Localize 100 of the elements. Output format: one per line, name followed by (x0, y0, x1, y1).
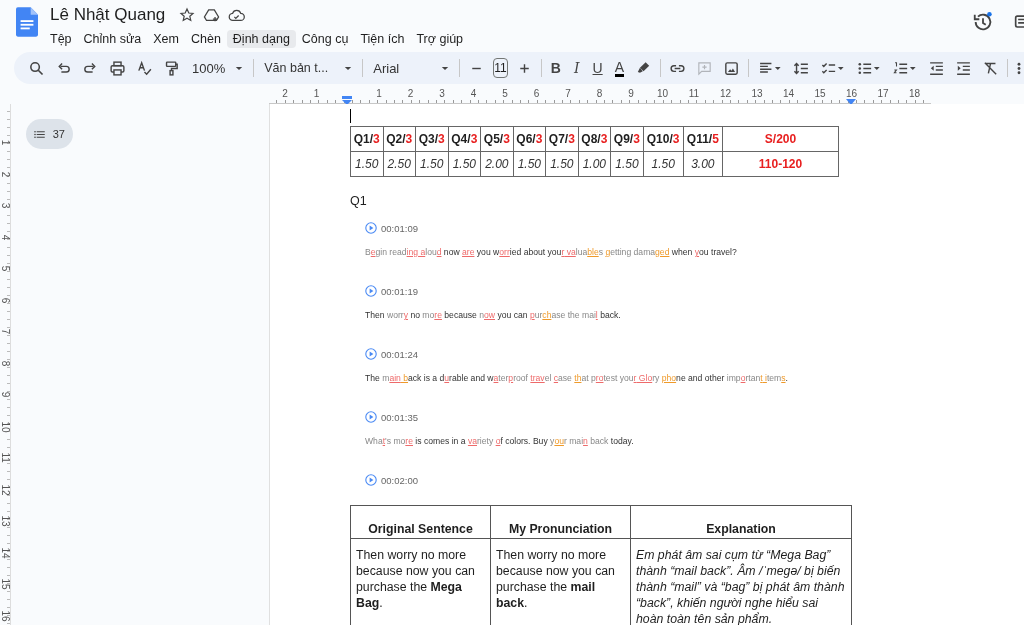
indent-marker-icon[interactable] (846, 96, 856, 106)
menu-item[interactable]: Trợ giúp (410, 30, 470, 48)
ruler-number: 4 (0, 233, 11, 242)
caret-icon (441, 65, 450, 71)
play-icon[interactable] (365, 222, 377, 234)
table-cell: Q4/3 (448, 126, 481, 152)
ruler-number: 14 (782, 88, 795, 99)
ruler-number: 5 (0, 264, 11, 274)
ruler-number: 16 (0, 610, 11, 620)
table-cell: Q10/3 (643, 126, 684, 152)
play-icon[interactable] (365, 285, 377, 297)
column-header: My Pronunciation (490, 505, 631, 539)
transcript-sentence: The main back is a durable and waterproof travel case that protest your Glory phone and other important items. (365, 373, 789, 383)
ruler-number: 11 (0, 452, 11, 463)
ruler-number: 18 (908, 88, 921, 99)
table-cell: Q2/3 (383, 126, 416, 152)
timestamp[interactable]: 00:01:35 (381, 411, 418, 423)
transcript-sentence: What's more is comes in a variety of colors. Buy your main back today. (365, 436, 635, 446)
table-cell: 1.50 (545, 151, 579, 177)
timestamp[interactable]: 00:02:00 (381, 474, 418, 486)
ruler-number: 2 (407, 88, 414, 99)
ruler-number: 4 (470, 88, 477, 99)
zoom-dropdown[interactable]: 100% (188, 60, 248, 76)
caret-icon (344, 65, 353, 71)
table-cell: 2.50 (383, 151, 416, 177)
table-cell: 1.50 (415, 151, 449, 177)
text-color-button[interactable]: A (614, 59, 624, 77)
timestamp[interactable]: 00:01:09 (381, 222, 418, 234)
text-cursor (350, 109, 351, 123)
ruler-number: 8 (596, 88, 603, 99)
table-cell: Q9/3 (610, 126, 644, 152)
play-icon[interactable] (365, 474, 377, 486)
ruler-number: 6 (0, 296, 11, 305)
ruler-number: 7 (0, 327, 11, 337)
ruler-number: 13 (0, 515, 11, 526)
table-cell: 2.00 (480, 151, 514, 177)
ruler-number: 3 (439, 88, 445, 99)
column-header: Explanation (630, 505, 852, 539)
ruler-number: 2 (282, 88, 288, 99)
caret-icon (235, 65, 244, 71)
ruler-number: 9 (0, 390, 11, 400)
table-cell: 3.00 (683, 151, 723, 177)
document-title[interactable]: Lê Nhật Quang (50, 5, 166, 25)
column-header: Original Sentence (350, 505, 491, 539)
print-icon[interactable] (107, 59, 128, 77)
ruler-number: 8 (0, 359, 11, 368)
underline-button[interactable]: U (592, 60, 603, 76)
ruler-number: 14 (0, 547, 11, 557)
table-cell: 1.50 (448, 151, 481, 177)
bold-button[interactable]: B (550, 60, 561, 76)
section-heading: Q1 (350, 194, 368, 208)
ruler-number: 6 (533, 88, 540, 99)
list-icon (34, 128, 45, 140)
ruler-number: 16 (845, 88, 858, 99)
table-cell: Q11/5 (683, 126, 723, 152)
outline-button[interactable]: 37 (26, 119, 73, 149)
ruler-number: 15 (814, 88, 826, 99)
ruler-number: 11 (688, 88, 700, 99)
ruler-number: 10 (656, 88, 669, 99)
menu-item[interactable]: Tiện ích (354, 30, 411, 48)
ruler-number: 10 (0, 421, 11, 431)
style-dropdown[interactable]: Văn bản t... (260, 61, 357, 75)
table-cell: Q1/3 (350, 126, 383, 152)
ruler-number: 5 (502, 88, 508, 99)
indent-marker-icon[interactable] (342, 96, 352, 106)
star-icon[interactable] (179, 7, 196, 23)
font-size-field[interactable]: 11 (493, 58, 508, 78)
table-cell: 1.50 (643, 151, 684, 177)
play-icon[interactable] (365, 348, 377, 360)
table-cell: Q6/3 (513, 126, 546, 152)
italic-button[interactable]: I (572, 60, 581, 76)
table-cell: Q8/3 (578, 126, 611, 152)
ruler-number: 12 (0, 484, 11, 494)
play-icon[interactable] (365, 411, 377, 423)
menu-item[interactable]: Chèn (184, 30, 227, 48)
transcript-sentence: Then worry no more because now you can purchase the mail back. (365, 310, 622, 320)
table-cell: S/200 (722, 126, 839, 152)
menu-item[interactable]: Công cụ (295, 30, 355, 48)
move-to-drive-icon[interactable] (203, 6, 221, 24)
table-cell: 1.50 (610, 151, 644, 177)
transcript-sentence: Begin reading aloud now are you worried about your valuables getting damaged when you travel? (365, 247, 738, 257)
docs-logo-icon[interactable] (16, 7, 38, 37)
table-cell: Then worry no more because now you can purchase the Mega Bag. (350, 538, 491, 625)
table-cell: 1.50 (513, 151, 546, 177)
table-cell: 110-120 (722, 151, 839, 177)
version-history-icon[interactable] (972, 11, 994, 33)
ruler-number: 13 (751, 88, 763, 99)
menu-item[interactable]: Chỉnh sửa (77, 30, 148, 48)
ruler-number: 1 (0, 138, 11, 148)
menu-item[interactable]: Tệp (44, 30, 78, 48)
ruler-number: 15 (0, 578, 11, 589)
menu-item[interactable]: Xem (147, 30, 185, 48)
table-cell: 1.00 (578, 151, 611, 177)
ruler-number: 17 (877, 88, 889, 99)
font-dropdown[interactable]: Arial (369, 60, 454, 76)
timestamp[interactable]: 00:01:24 (381, 348, 418, 360)
ruler-number: 9 (628, 88, 634, 99)
table-cell: 1.50 (350, 151, 383, 177)
menu-item[interactable]: Định dạng (226, 30, 296, 48)
timestamp[interactable]: 00:01:19 (381, 285, 418, 297)
